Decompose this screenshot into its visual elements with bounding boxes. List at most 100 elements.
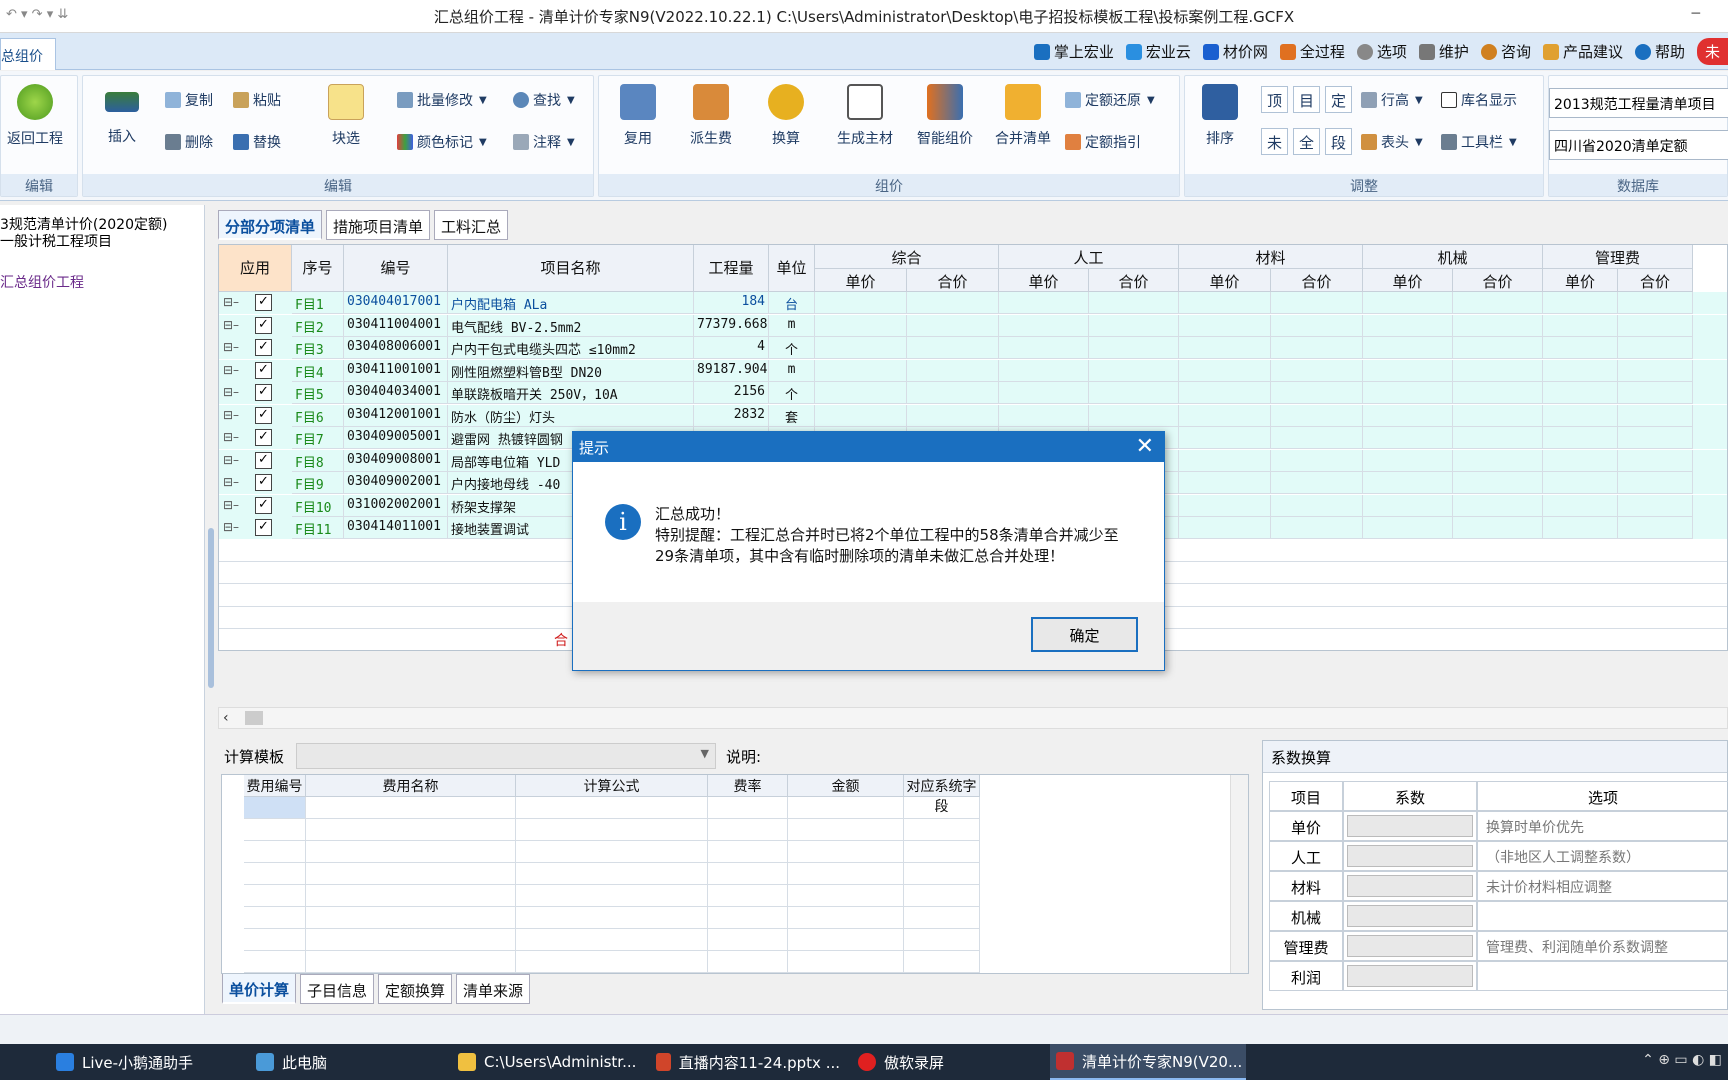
price-cell[interactable] [1453,494,1543,517]
row-height-button[interactable]: 行高 ▼ [1361,90,1423,110]
horizontal-scrollbar[interactable]: ‹ [218,707,1728,729]
price-cell[interactable] [1363,517,1453,539]
apply-checkbox[interactable]: ✓ [255,294,272,311]
coef-input[interactable] [1343,871,1477,901]
price-cell[interactable] [1618,404,1693,427]
apply-checkbox[interactable]: ✓ [255,316,272,334]
apply-checkbox[interactable]: ✓ [255,406,272,424]
price-cell[interactable] [1453,404,1543,427]
price-cell[interactable] [1543,404,1618,427]
price-cell[interactable] [999,292,1089,314]
link-unregistered[interactable]: 未 [1696,38,1728,65]
col-qty-header[interactable]: 工程量 [694,245,769,292]
tree-toggle-icon[interactable]: ⊟– [223,408,239,422]
merge-list-button[interactable]: 合并清单 [985,84,1061,148]
tab-sub-info[interactable]: 子目信息 [300,974,375,1004]
coef-input[interactable] [1343,811,1477,841]
cell-seq[interactable]: F目10 [292,494,344,517]
coef-option[interactable] [1477,961,1728,991]
price-cell[interactable] [1363,314,1453,337]
fee-cell[interactable] [244,797,306,819]
price-cell[interactable] [907,359,999,382]
fee-cell[interactable] [244,841,306,863]
price-cell[interactable] [1179,404,1271,427]
fee-cell[interactable] [244,951,306,973]
tree-toggle-icon[interactable]: ⊟– [223,363,239,377]
price-cell[interactable] [1089,404,1179,427]
note-button[interactable]: 注释 ▼ [513,132,575,152]
price-cell[interactable] [999,337,1089,359]
tree-toggle-icon[interactable]: ⊟– [223,520,239,534]
total-subheader[interactable]: 合价 [1271,269,1363,292]
smart-price-button[interactable]: 智能组价 [907,84,983,148]
scroll-left-icon[interactable]: ‹ [223,710,229,726]
price-cell[interactable] [1271,337,1363,359]
cell-name[interactable]: 刚性阻燃塑料管B型 DN20 [448,359,694,382]
apply-checkbox[interactable]: ✓ [255,361,272,379]
fee-col-header[interactable]: 对应系统字段 [904,775,980,815]
tree-toggle-icon[interactable]: ⊟– [223,453,239,467]
fee-cell[interactable] [516,885,708,907]
cell-seq[interactable]: F目5 [292,382,344,404]
tray-icons[interactable]: ⌃ ⊕ ▭ ◐ ◧ [1642,1052,1722,1068]
col-name-header[interactable]: 项目名称 [448,245,694,292]
price-cell[interactable] [815,337,907,359]
fee-cell[interactable] [788,797,904,819]
fee-cell[interactable] [708,929,788,951]
price-cell[interactable] [1179,427,1271,449]
close-icon[interactable]: ✕ [1136,434,1154,459]
price-cell[interactable] [1453,314,1543,337]
header-button[interactable]: 表头 ▼ [1361,132,1423,152]
fee-cell[interactable] [306,841,516,863]
price-cell[interactable] [1179,314,1271,337]
coef-input[interactable] [1343,961,1477,991]
unit-price-subheader[interactable]: 单价 [1179,269,1271,292]
coef-option[interactable]: 未计价材料相应调整 [1477,871,1728,901]
fee-cell[interactable] [788,885,904,907]
price-cell[interactable] [1271,292,1363,314]
price-cell[interactable] [1179,337,1271,359]
link-cloud[interactable]: 宏业云 [1125,41,1191,62]
cell-unit[interactable]: m [769,359,815,382]
price-cell[interactable] [1363,472,1453,494]
tab-quota-convert[interactable]: 定额换算 [378,974,453,1004]
col-unit-header[interactable]: 单位 [769,245,815,292]
tab-materials[interactable]: 工料汇总 [434,210,509,240]
price-cell[interactable] [1543,427,1618,449]
unit-price-subheader[interactable]: 单价 [999,269,1089,292]
list-db-select[interactable]: 2013规范工程量清单项目 [1549,88,1728,118]
price-cell[interactable] [1363,449,1453,472]
ok-button[interactable]: 确定 [1031,617,1138,652]
unit-price-subheader[interactable]: 单价 [1363,269,1453,292]
tree-toggle-icon[interactable]: ⊟– [223,475,239,489]
price-cell[interactable] [1618,427,1693,449]
price-cell[interactable] [1543,314,1618,337]
cell-code[interactable]: 030409002001 [344,472,448,494]
task-explorer[interactable]: C:\Users\Administr... [452,1044,642,1080]
task-recorder[interactable]: 傲软录屏 [852,1044,1042,1080]
link-maintain[interactable]: 维护 [1418,41,1469,62]
link-consult[interactable]: 咨询 [1480,41,1531,62]
block-select-button[interactable]: 块选 [321,84,371,148]
fee-col-header[interactable]: 计算公式 [516,775,708,797]
fee-cell[interactable] [306,885,516,907]
batch-edit-button[interactable]: 批量修改 ▼ [397,90,487,110]
fee-cell[interactable] [244,885,306,907]
cell-name[interactable]: 电气配线 BV-2.5mm2 [448,314,694,337]
fee-cell[interactable] [306,863,516,885]
price-cell[interactable] [815,404,907,427]
apply-checkbox[interactable]: ✓ [255,474,272,491]
cell-code[interactable]: 030404017001 [344,292,448,314]
price-cell[interactable] [1271,314,1363,337]
coef-input[interactable] [1343,931,1477,961]
filter-item-button[interactable]: 目 [1293,86,1320,113]
total-subheader[interactable]: 合价 [907,269,999,292]
fee-cell[interactable] [708,907,788,929]
price-cell[interactable] [1363,337,1453,359]
price-cell[interactable] [1453,449,1543,472]
price-cell[interactable] [1089,359,1179,382]
delete-button[interactable]: 删除 [165,132,213,152]
price-cell[interactable] [907,292,999,314]
fee-col-header[interactable]: 费率 [708,775,788,797]
apply-checkbox[interactable]: ✓ [255,429,272,446]
